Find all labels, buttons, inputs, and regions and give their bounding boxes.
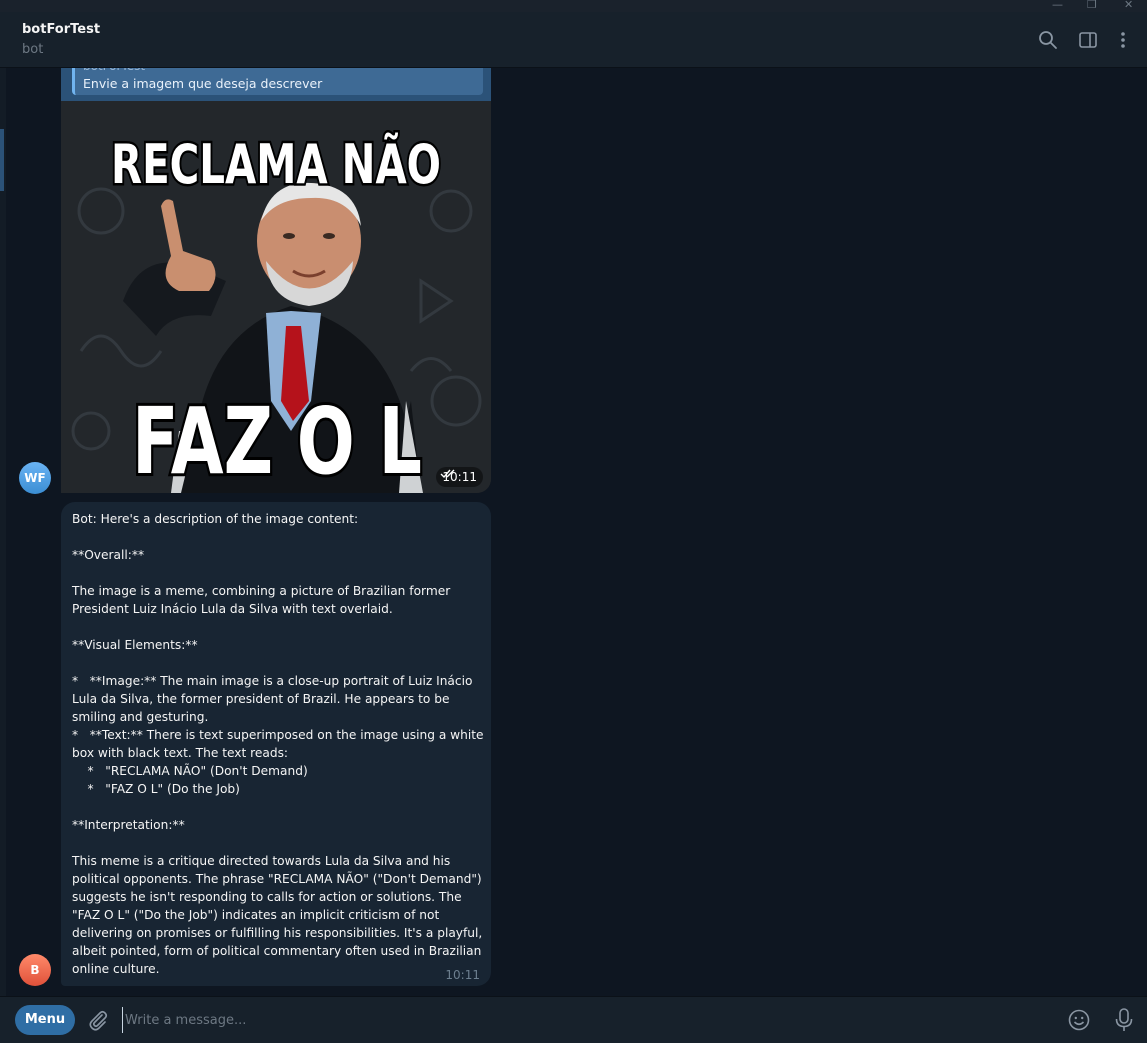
message-input[interactable] [122, 1007, 1027, 1033]
left-sidebar-edge [0, 68, 6, 996]
close-icon[interactable]: ✕ [1124, 0, 1133, 10]
meme-illustration: RECLAMA NÃO FAZ O L [61, 101, 491, 493]
menu-button[interactable]: Menu [15, 1005, 75, 1035]
meme-image[interactable]: RECLAMA NÃO FAZ O L 10:11 [61, 101, 491, 493]
reply-sender: botForTest [83, 68, 145, 73]
search-icon[interactable] [1037, 29, 1059, 51]
image-timestamp: 10:11 [436, 467, 483, 487]
avatar[interactable]: WF [19, 462, 51, 494]
meme-bottom-text: FAZ O L [132, 388, 422, 493]
chat-subtitle: bot [22, 42, 44, 57]
paperclip-icon[interactable] [86, 1008, 110, 1032]
window-titlebar: — ❐ ✕ [0, 0, 1147, 12]
chat-header[interactable]: botForTest bot [0, 12, 1147, 68]
active-chat-marker [0, 129, 4, 191]
bot-avatar[interactable]: B [19, 954, 51, 986]
emoji-icon[interactable] [1067, 1008, 1091, 1032]
maximize-icon[interactable]: ❐ [1087, 0, 1097, 10]
meme-top-text: RECLAMA NÃO [111, 133, 441, 196]
reply-quote[interactable]: botForTest Envie a imagem que deseja des… [72, 68, 483, 95]
microphone-icon[interactable] [1112, 1007, 1136, 1033]
bot-message-text: Bot: Here's a description of the image c… [72, 512, 484, 976]
reply-text: Envie a imagem que deseja descrever [83, 76, 323, 91]
message-composer: Menu [0, 996, 1147, 1043]
more-vertical-icon[interactable] [1112, 29, 1134, 51]
bot-message-bubble[interactable]: Bot: Here's a description of the image c… [61, 502, 491, 986]
bot-message-time: 10:11 [445, 968, 480, 982]
chat-title[interactable]: botForTest [22, 22, 100, 37]
reply-preview[interactable]: botForTest Envie a imagem que deseja des… [61, 68, 491, 101]
minimize-icon[interactable]: — [1052, 0, 1063, 10]
double-check-icon [440, 469, 455, 479]
sidebar-toggle-icon[interactable] [1077, 29, 1099, 51]
